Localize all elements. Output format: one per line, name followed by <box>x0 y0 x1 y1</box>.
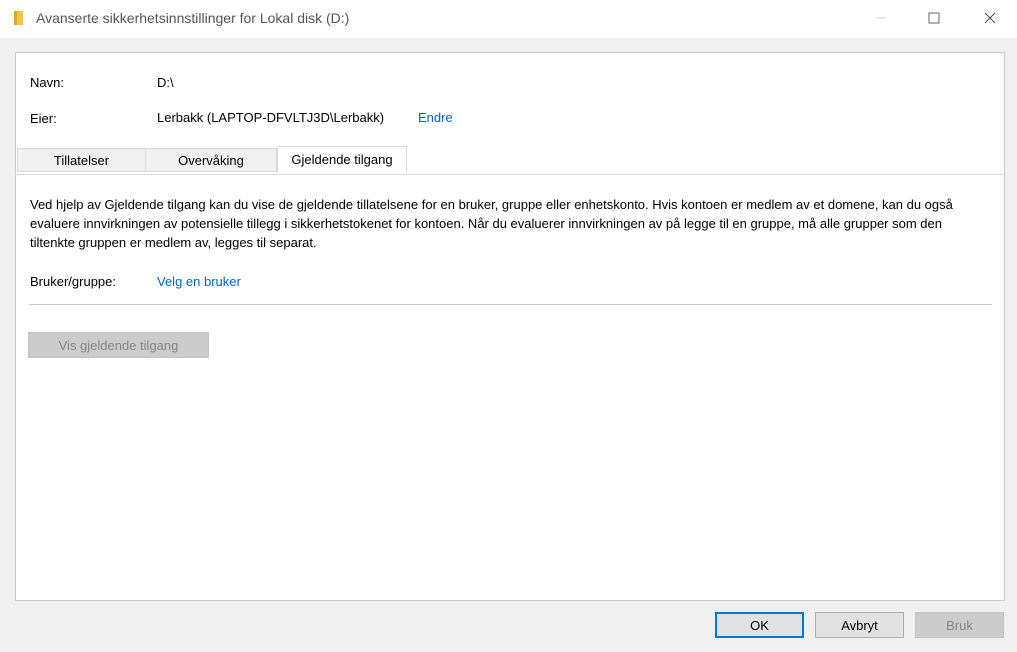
tab-label: Gjeldende tilgang <box>291 152 393 167</box>
name-value: D:\ <box>157 75 174 90</box>
separator <box>29 304 992 305</box>
maximize-icon <box>928 12 940 24</box>
tab-effective-access[interactable]: Gjeldende tilgang <box>277 146 407 173</box>
owner-label: Eier: <box>30 111 57 126</box>
tab-label: Overvåking <box>178 152 244 168</box>
name-label: Navn: <box>30 75 64 90</box>
title-bar: Avanserte sikkerhetsinnstillinger for Lo… <box>0 0 1017 38</box>
owner-value: Lerbakk (LAPTOP-DFVLTJ3D\Lerbakk) <box>157 110 385 125</box>
user-group-label: Bruker/gruppe: <box>30 274 116 289</box>
maximize-button[interactable] <box>908 0 960 36</box>
main-panel <box>15 52 1005 601</box>
ok-button[interactable]: OK <box>715 612 804 638</box>
effective-access-description: Ved hjelp av Gjeldende tilgang kan du vi… <box>30 197 953 250</box>
minimize-icon <box>876 17 886 19</box>
apply-button[interactable]: Bruk <box>915 612 1004 638</box>
cancel-button[interactable]: Avbryt <box>815 612 904 638</box>
close-button[interactable] <box>964 0 1016 36</box>
close-icon <box>984 12 996 24</box>
tab-divider <box>15 174 1004 175</box>
window-title: Avanserte sikkerhetsinnstillinger for Lo… <box>36 10 350 26</box>
folder-icon <box>13 11 26 25</box>
tab-auditing[interactable]: Overvåking <box>145 148 277 172</box>
select-user-link[interactable]: Velg en bruker <box>157 274 241 289</box>
change-owner-link[interactable]: Endre <box>418 110 453 125</box>
minimize-button[interactable] <box>855 0 907 36</box>
tab-permissions[interactable]: Tillatelser <box>17 148 146 172</box>
view-effective-access-button[interactable]: Vis gjeldende tilgang <box>28 332 209 358</box>
tab-label: Tillatelser <box>53 152 110 168</box>
